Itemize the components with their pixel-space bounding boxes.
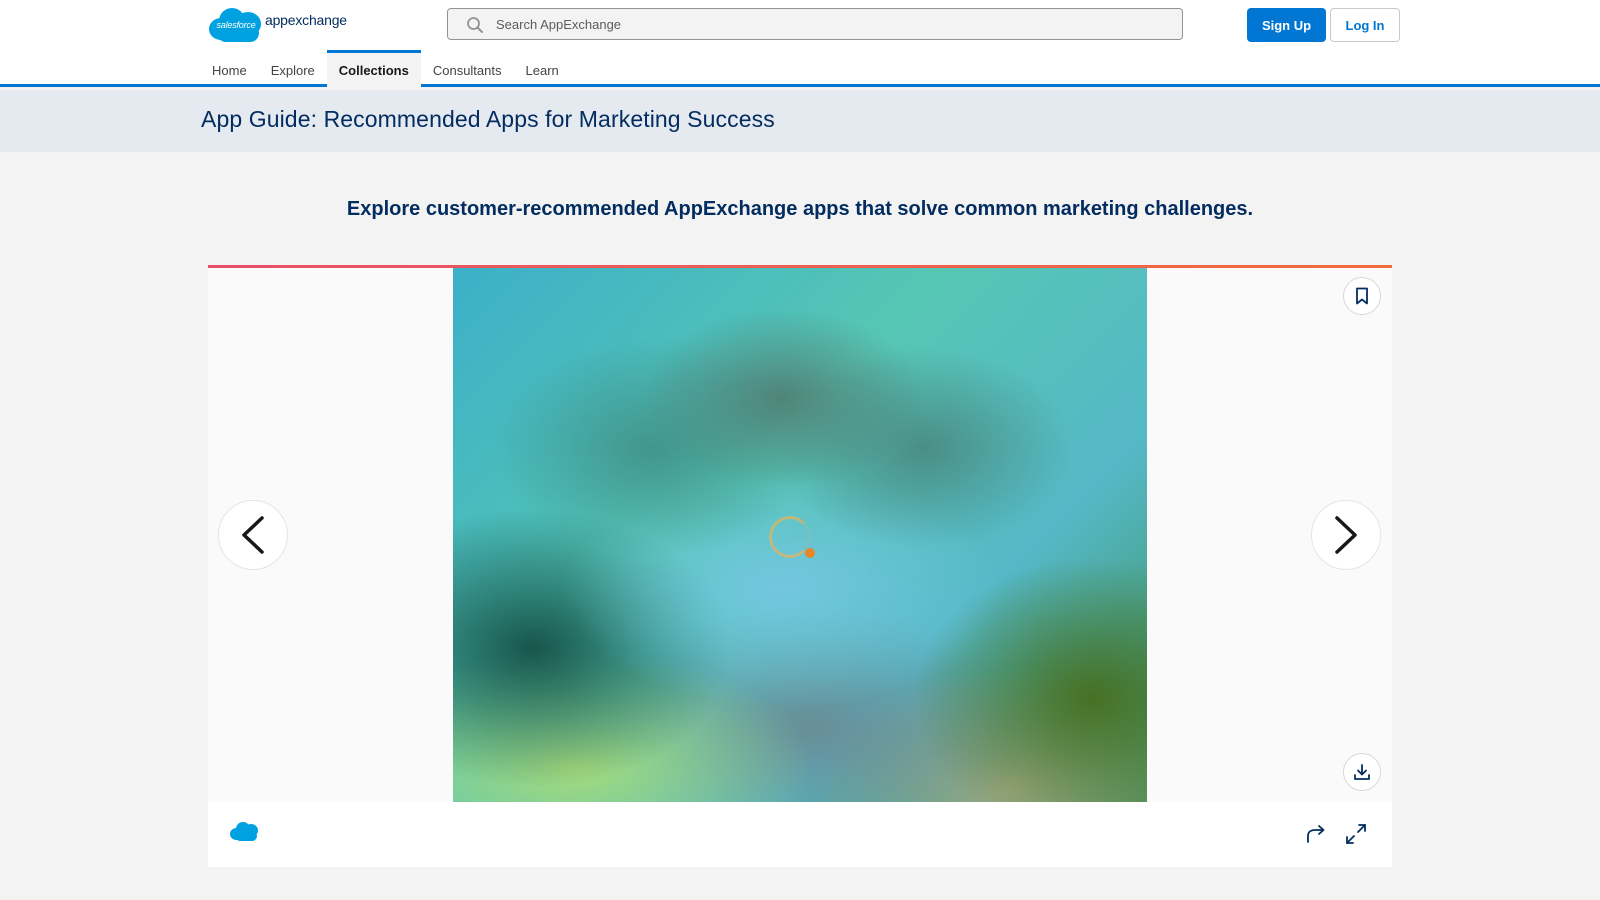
slide-image[interactable]	[453, 268, 1147, 802]
sign-up-button[interactable]: Sign Up	[1247, 8, 1326, 42]
previous-slide-button[interactable]	[218, 500, 288, 570]
chevron-left-icon	[242, 516, 264, 554]
bookmark-icon	[1356, 287, 1368, 305]
salesforce-cloud-logo: salesforce	[209, 6, 263, 44]
nav-item-collections[interactable]: Collections	[326, 50, 421, 87]
bookmark-button[interactable]	[1343, 277, 1381, 315]
appexchange-logo[interactable]: salesforce appexchange	[209, 6, 347, 44]
download-icon	[1354, 764, 1370, 780]
slide-viewer	[208, 265, 1392, 867]
nav-item-learn[interactable]: Learn	[514, 50, 571, 87]
search-input[interactable]	[496, 9, 1166, 39]
page-title: App Guide: Recommended Apps for Marketin…	[201, 106, 775, 132]
salesforce-logo-icon	[230, 821, 260, 843]
nav-item-explore[interactable]: Explore	[259, 50, 327, 87]
logo-wordmark: appexchange	[265, 12, 347, 28]
viewer-footer	[208, 802, 1392, 867]
search-icon	[467, 17, 483, 33]
logo-small-text: salesforce	[216, 20, 256, 30]
page-intro: Explore customer-recommended AppExchange…	[346, 198, 1254, 220]
search-box[interactable]	[447, 8, 1183, 40]
page-title-band: App Guide: Recommended Apps for Marketin…	[0, 90, 1600, 152]
expand-icon[interactable]	[1344, 822, 1368, 846]
site-header: salesforce appexchange Sign Up Log In Ho…	[0, 0, 1600, 87]
download-button[interactable]	[1343, 753, 1381, 791]
nav-item-home[interactable]: Home	[200, 50, 259, 87]
share-icon[interactable]	[1304, 822, 1328, 846]
next-slide-button[interactable]	[1311, 500, 1381, 570]
chevron-right-icon	[1335, 516, 1357, 554]
main-nav: Home Explore Collections Consultants Lea…	[200, 50, 571, 87]
nav-item-consultants[interactable]: Consultants	[421, 50, 514, 87]
log-in-button[interactable]: Log In	[1330, 8, 1400, 42]
